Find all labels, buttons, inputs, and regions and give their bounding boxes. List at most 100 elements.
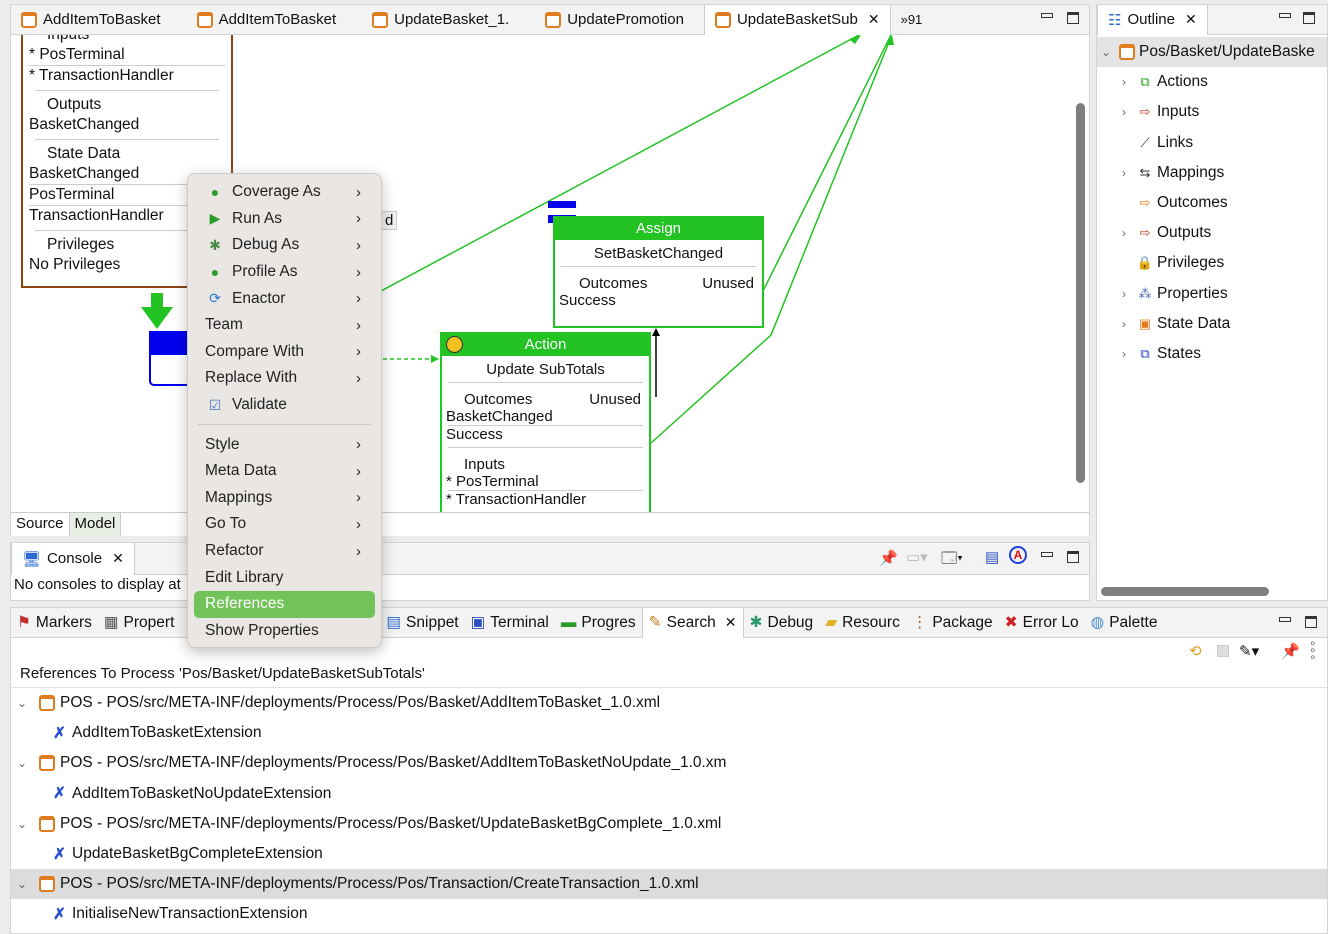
coverage-icon: ● — [210, 184, 220, 201]
chevron-right-icon[interactable]: › — [1115, 287, 1133, 301]
menu-item-enactor[interactable]: ⟳ Enactor › — [194, 285, 375, 312]
close-icon[interactable]: ✕ — [725, 614, 737, 631]
menu-item-refactor[interactable]: Refactor › — [194, 538, 375, 565]
outline-item[interactable]: › ⁂ Properties — [1097, 279, 1327, 309]
diagram-canvas[interactable]: Inputs * PosTerminal * TransactionHandle… — [11, 35, 1089, 512]
search-result-match[interactable]: ✗ AddItemToBasketExtension — [11, 718, 1327, 748]
tab-console[interactable]: 🖥 Console ✕ — [11, 542, 135, 575]
action-node[interactable]: Action Update SubTotals Outcomes Unused B… — [440, 332, 651, 512]
maximize-icon[interactable] — [1067, 12, 1079, 24]
outline-item[interactable]: › ⧉ States — [1097, 339, 1327, 369]
menu-item-go-to[interactable]: Go To › — [194, 511, 375, 538]
display-console-icon[interactable]: ▭▾ — [906, 548, 928, 566]
menu-item-team[interactable]: Team › — [194, 312, 375, 339]
close-icon[interactable]: ✕ — [868, 11, 880, 28]
chevron-right-icon[interactable]: › — [1115, 317, 1133, 331]
search-result-match[interactable]: ✗ AddItemToBasketNoUpdateExtension — [11, 779, 1327, 809]
editor-tab[interactable]: UpdatePromotion — [535, 5, 694, 35]
view-menu-icon[interactable]: ∘ ∘ ∘ — [1309, 637, 1317, 663]
outline-item[interactable]: › ⧉ Actions — [1097, 67, 1327, 97]
menu-item-mappings[interactable]: Mappings › — [194, 485, 375, 512]
tab-search[interactable]: ✎ Search ✕ — [641, 607, 744, 638]
menu-item-coverage-as[interactable]: ● Coverage As › — [194, 179, 375, 206]
tab-terminal[interactable]: ▣ Terminal — [465, 608, 555, 638]
maximize-icon[interactable] — [1303, 12, 1315, 24]
chevron-down-icon[interactable]: ⌄ — [13, 696, 31, 710]
search-result-file[interactable]: ⌄ POS - POS/src/META-INF/deployments/Proc… — [11, 748, 1327, 778]
menu-item-profile-as[interactable]: ● Profile As › — [194, 259, 375, 286]
menu-item-references[interactable]: References — [194, 590, 375, 618]
tab-propert[interactable]: ▦ Propert — [98, 608, 181, 638]
close-icon[interactable]: ✕ — [112, 550, 124, 567]
console-view-icon[interactable]: ▤ — [985, 548, 999, 566]
chevron-down-icon[interactable]: ⌄ — [13, 817, 31, 831]
chevron-right-icon[interactable]: › — [1115, 347, 1133, 361]
search-results: ⌄ POS - POS/src/META-INF/deployments/Proc… — [11, 687, 1327, 930]
tab-debug[interactable]: ✱ Debug — [744, 608, 820, 638]
outline-item[interactable]: › ▣ State Data — [1097, 309, 1327, 339]
outline-hscrollbar[interactable] — [1101, 587, 1269, 596]
close-icon[interactable]: ✕ — [1185, 11, 1197, 28]
outline-item[interactable]: › ⇨ Inputs — [1097, 97, 1327, 127]
canvas-scrollbar[interactable] — [1076, 103, 1085, 483]
chevron-right-icon[interactable]: › — [1115, 166, 1133, 180]
open-console-icon[interactable]: 🗔▾ — [941, 548, 963, 573]
tab-error-lo[interactable]: ✖ Error Lo — [999, 608, 1085, 638]
pin-console-icon[interactable]: 📌 — [879, 549, 898, 567]
outline-item[interactable]: 🔒 Privileges — [1097, 248, 1327, 278]
menu-item-replace-with[interactable]: Replace With › — [194, 365, 375, 392]
editor-tab[interactable]: UpdateBasket_1. — [362, 5, 519, 35]
refresh-search-icon[interactable]: ⟲ — [1189, 642, 1202, 660]
chevron-down-icon[interactable]: ⌄ — [1097, 45, 1115, 59]
minimize-icon[interactable] — [1279, 13, 1291, 18]
chevron-down-icon[interactable]: ⌄ — [13, 756, 31, 770]
menu-item-meta-data[interactable]: Meta Data › — [194, 458, 375, 485]
tab-snippet[interactable]: ▤ Snippet — [380, 608, 464, 638]
editor-tab[interactable]: AddItemToBasket — [11, 5, 171, 35]
search-result-file[interactable]: ⌄ POS - POS/src/META-INF/deployments/Proc… — [11, 869, 1327, 900]
outline-item[interactable]: ⇨ Outcomes — [1097, 188, 1327, 218]
outline-item[interactable]: › ⇆ Mappings — [1097, 158, 1327, 188]
outline-item[interactable]: ⟋ Links — [1097, 128, 1327, 158]
maximize-icon[interactable] — [1067, 551, 1079, 563]
menu-item-run-as[interactable]: ▶ Run As › — [194, 206, 375, 233]
search-result-match[interactable]: ✗ UpdateBasketBgCompleteExtension — [11, 839, 1327, 869]
menu-item-debug-as[interactable]: ✱ Debug As › — [194, 232, 375, 259]
search-history-icon[interactable]: ✎▾ — [1239, 642, 1259, 660]
menu-item-style[interactable]: Style › — [194, 431, 375, 458]
tab-outline[interactable]: ☷ Outline ✕ — [1097, 4, 1208, 35]
tab-overflow[interactable]: »91 — [891, 5, 933, 35]
tab-markers[interactable]: ⚑ Markers — [11, 608, 98, 638]
menu-item-edit-library[interactable]: Edit Library — [194, 564, 375, 591]
start-node[interactable] — [149, 331, 191, 386]
tab-resourc[interactable]: ▰ Resourc — [819, 608, 906, 638]
menu-item-show-properties[interactable]: Show Properties — [194, 618, 375, 645]
editor-tab[interactable]: AddItemToBasket — [187, 5, 347, 35]
menu-item-validate[interactable]: ☑ Validate — [194, 392, 375, 419]
assign-node[interactable]: Assign SetBasketChanged Outcomes Unused S… — [553, 216, 764, 328]
minimize-icon[interactable] — [1279, 617, 1291, 622]
console-a-icon[interactable]: A — [1009, 546, 1027, 564]
outline-item-label: State Data — [1157, 314, 1231, 332]
search-result-file[interactable]: ⌄ POS - POS/src/META-INF/deployments/Proc… — [11, 809, 1327, 839]
tab-source[interactable]: Source — [11, 513, 70, 536]
minimize-icon[interactable] — [1041, 13, 1053, 18]
chevron-right-icon[interactable]: › — [1115, 75, 1133, 89]
pin-search-icon[interactable]: 📌 — [1281, 642, 1300, 660]
cancel-search-icon[interactable] — [1217, 645, 1229, 657]
chevron-right-icon[interactable]: › — [1115, 226, 1133, 240]
tab-palette[interactable]: ◍ Palette — [1085, 608, 1164, 638]
search-result-match[interactable]: ✗ InitialiseNewTransactionExtension — [11, 899, 1327, 929]
tab-progres[interactable]: ▬ Progres — [555, 608, 642, 638]
chevron-right-icon[interactable]: › — [1115, 105, 1133, 119]
search-result-file[interactable]: ⌄ POS - POS/src/META-INF/deployments/Proc… — [11, 688, 1327, 718]
outline-item[interactable]: › ⇨ Outputs — [1097, 218, 1327, 248]
chevron-down-icon[interactable]: ⌄ — [13, 877, 31, 891]
outline-root[interactable]: ⌄ Pos/Basket/UpdateBaske — [1097, 37, 1327, 68]
minimize-icon[interactable] — [1041, 552, 1053, 557]
tab-model[interactable]: Model — [69, 513, 122, 536]
tab-package[interactable]: ⋮ Package — [906, 608, 999, 638]
menu-item-compare-with[interactable]: Compare With › — [194, 339, 375, 366]
editor-tab-active[interactable]: UpdateBasketSub ✕ — [703, 4, 891, 35]
maximize-icon[interactable] — [1305, 616, 1317, 628]
